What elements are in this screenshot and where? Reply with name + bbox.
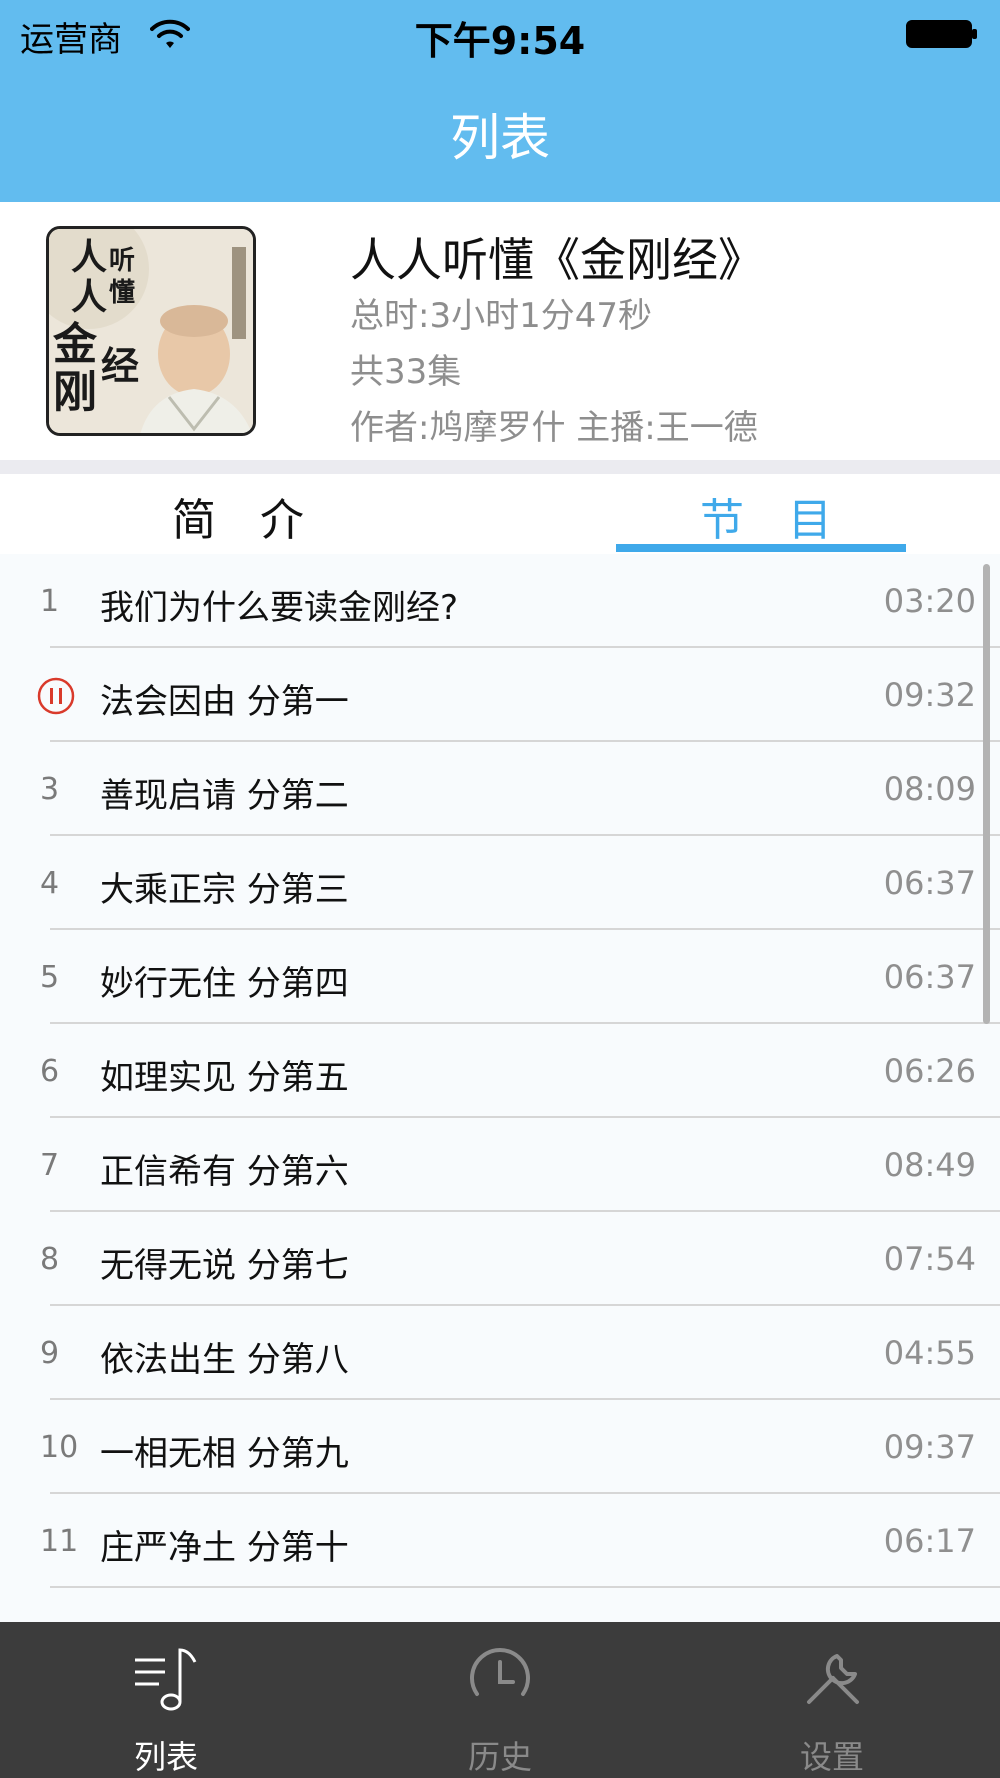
tabbar-label: 历史 (467, 1738, 532, 1776)
episode-row[interactable]: 3 善现启请 分第二 08:09 (0, 742, 1000, 836)
tabbar-item-settings[interactable]: 设置 (732, 1622, 932, 1778)
tab-active-indicator (616, 544, 906, 552)
tabbar-item-list[interactable]: 列表 (66, 1622, 266, 1778)
episode-number: 10 (40, 1430, 79, 1465)
tabbar-item-history[interactable]: 历史 (400, 1622, 600, 1778)
pause-icon[interactable] (36, 676, 76, 716)
album-episode-count: 共33集 (350, 352, 462, 392)
bottom-tab-bar: 列表 历史 设置 (0, 1622, 1000, 1778)
episode-duration: 08:09 (883, 770, 976, 808)
episode-duration: 03:20 (883, 582, 976, 620)
episode-title: 我们为什么要读金刚经? (100, 588, 459, 628)
album-title: 人人听懂《金刚经》 (350, 233, 764, 287)
svg-text:懂: 懂 (109, 278, 135, 308)
episode-number: 3 (40, 772, 60, 807)
episode-row[interactable]: 10 一相无相 分第九 09:37 (0, 1400, 1000, 1494)
page-title: 列表 (450, 109, 550, 167)
episode-duration: 04:55 (883, 1334, 976, 1372)
tabbar-label: 设置 (799, 1738, 864, 1776)
svg-text:人: 人 (71, 276, 107, 318)
episode-title: 一相无相 分第九 (100, 1434, 349, 1474)
status-bar: 运营商 下午9:54 (0, 0, 1000, 66)
list-scrollbar[interactable] (983, 564, 990, 1024)
episode-number: 5 (40, 960, 60, 995)
episode-title: 大乘正宗 分第三 (100, 870, 349, 910)
row-separator (50, 1586, 1000, 1588)
segment-tabs: 简介 节目 (0, 474, 1000, 554)
album-credits: 作者:鸠摩罗什 主播:王一德 (350, 408, 758, 448)
episode-number: 11 (40, 1524, 79, 1559)
svg-text:经: 经 (101, 343, 139, 388)
album-cover[interactable]: 人 人 听 懂 金 刚 经 (46, 226, 256, 436)
section-divider (0, 460, 1000, 474)
svg-text:人: 人 (71, 236, 107, 278)
svg-text:金: 金 (52, 319, 98, 370)
episode-duration: 09:32 (883, 676, 976, 714)
episode-duration: 06:37 (883, 958, 976, 996)
tab-intro[interactable]: 简介 (172, 484, 348, 548)
episode-title: 依法出生 分第八 (100, 1340, 349, 1380)
episode-row[interactable]: 1 我们为什么要读金刚经? 03:20 (0, 554, 1000, 648)
episode-title: 无得无说 分第七 (100, 1246, 349, 1286)
svg-text:听: 听 (109, 246, 135, 276)
episode-list[interactable]: 1 我们为什么要读金刚经? 03:20 法会因由 分第一 09:32 3 善现启… (0, 554, 1000, 1622)
episode-duration: 07:54 (883, 1240, 976, 1278)
episode-duration: 06:26 (883, 1052, 976, 1090)
episode-title: 妙行无住 分第四 (100, 964, 349, 1004)
episode-row[interactable]: 9 依法出生 分第八 04:55 (0, 1306, 1000, 1400)
episode-number: 7 (40, 1148, 60, 1183)
episode-duration: 09:37 (883, 1428, 976, 1466)
episode-title: 如理实见 分第五 (100, 1058, 349, 1098)
episode-row[interactable]: 7 正信希有 分第六 08:49 (0, 1118, 1000, 1212)
tab-programs[interactable]: 节目 (700, 484, 876, 548)
album-cover-image: 人 人 听 懂 金 刚 经 (49, 229, 253, 433)
top-bar: 运营商 下午9:54 列表 (0, 0, 1000, 202)
music-list-icon (135, 1648, 197, 1711)
episode-number: 8 (40, 1242, 60, 1277)
episode-title: 善现启请 分第二 (100, 776, 349, 816)
episode-title: 正信希有 分第六 (100, 1152, 349, 1192)
svg-text:刚: 刚 (53, 367, 97, 418)
episode-number: 6 (40, 1054, 60, 1089)
episode-number: 1 (40, 584, 60, 619)
episode-row[interactable]: 11 庄严净土 分第十 06:17 (0, 1494, 1000, 1588)
episode-row-playing[interactable]: 法会因由 分第一 09:32 (0, 648, 1000, 742)
episode-title: 法会因由 分第一 (100, 682, 349, 722)
episode-row[interactable]: 6 如理实见 分第五 06:26 (0, 1024, 1000, 1118)
episode-row[interactable]: 5 妙行无住 分第四 06:37 (0, 930, 1000, 1024)
clock-icon (470, 1648, 530, 1696)
episode-row[interactable]: 4 大乘正宗 分第三 06:37 (0, 836, 1000, 930)
episode-row[interactable]: 8 无得无说 分第七 07:54 (0, 1212, 1000, 1306)
status-time: 下午9:54 (414, 19, 586, 63)
battery-icon (906, 20, 977, 48)
wrench-icon (807, 1654, 859, 1704)
episode-duration: 08:49 (883, 1146, 976, 1184)
episode-number: 9 (40, 1336, 60, 1371)
episode-duration: 06:17 (883, 1522, 976, 1560)
episode-title: 庄严净土 分第十 (100, 1528, 349, 1568)
tabbar-label: 列表 (133, 1738, 198, 1776)
episode-duration: 06:37 (883, 864, 976, 902)
album-duration: 总时:3小时1分47秒 (350, 296, 652, 336)
album-header: 人 人 听 懂 金 刚 经 人人听懂《金刚经》 总时:3小时1分47秒 共33集… (0, 202, 1000, 460)
episode-number: 4 (40, 866, 60, 901)
